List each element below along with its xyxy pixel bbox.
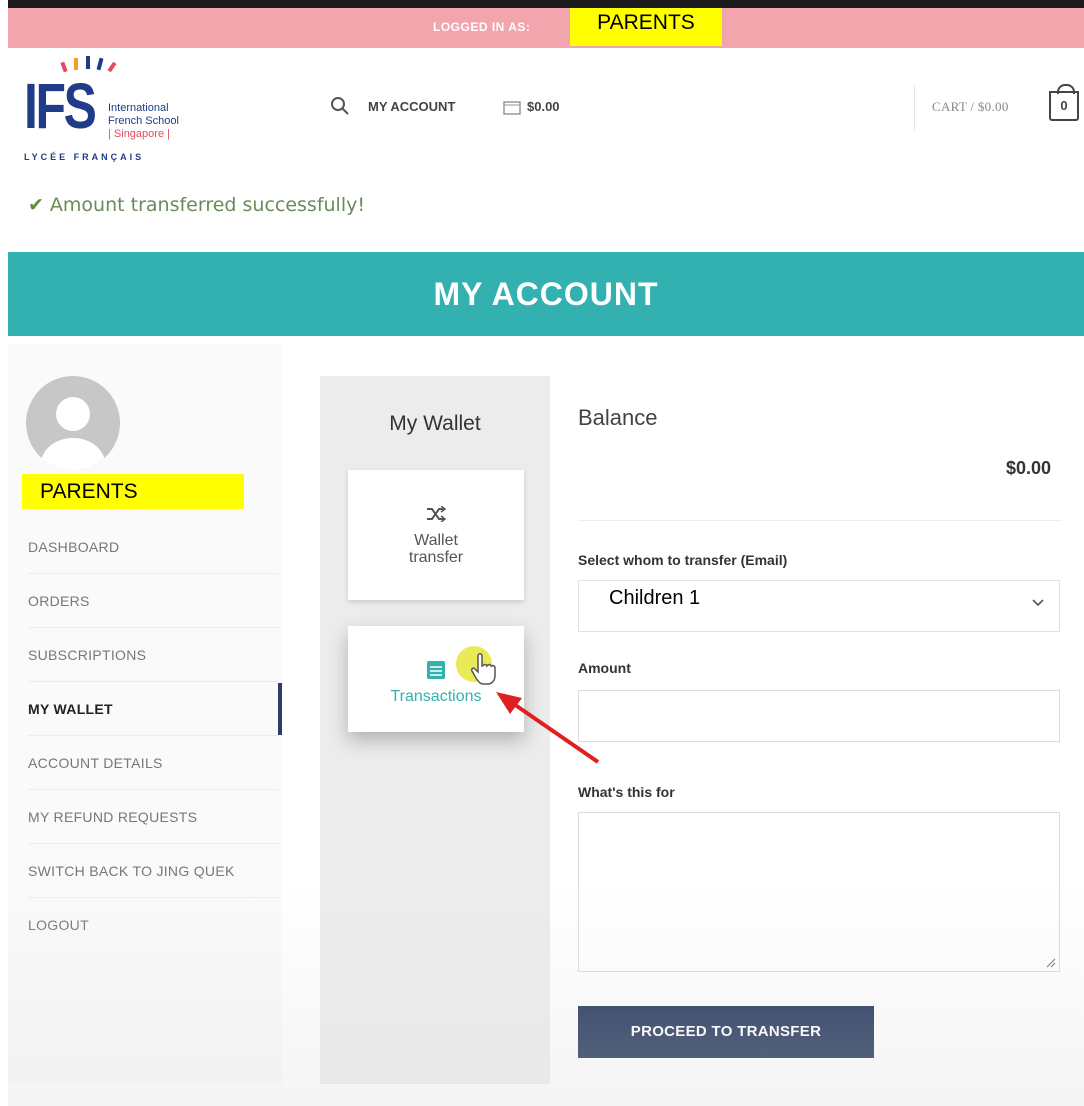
site-logo[interactable]: IFS International French School | Singap… <box>24 52 214 172</box>
page-title-banner: MY ACCOUNT <box>8 252 1084 336</box>
wallet-transfer-card[interactable]: Wallet transfer <box>348 470 524 600</box>
account-navigation: DASHBOARD ORDERS SUBSCRIPTIONS MY WALLET… <box>28 520 278 952</box>
balance-heading: Balance <box>578 405 658 430</box>
wallet-transfer-label: Wallet transfer <box>348 532 524 566</box>
user-role-highlight: PARENTS <box>22 474 244 509</box>
recipient-email-label: Select whom to transfer (Email) <box>578 552 788 568</box>
wallet-icon <box>503 101 521 115</box>
cart-count-badge[interactable]: 0 <box>1049 84 1079 121</box>
success-notice: ✔ Amount transferred successfully! <box>28 194 365 216</box>
search-icon[interactable] <box>330 96 350 116</box>
chevron-down-icon <box>1032 599 1044 607</box>
header-divider <box>914 86 915 130</box>
logo-wordmark: IFS <box>24 70 97 142</box>
logo-line-1: International <box>108 102 169 114</box>
active-item-indicator <box>278 683 282 735</box>
hand-pointer-icon <box>471 653 496 685</box>
checkmark-icon: ✔ <box>28 194 44 216</box>
top-bar-background <box>8 8 1084 48</box>
nav-my-account-link[interactable]: MY ACCOUNT <box>368 99 455 114</box>
success-message: Amount transferred successfully! <box>49 194 365 216</box>
nav-wallet-total[interactable]: $0.00 <box>527 99 560 114</box>
shuffle-icon <box>427 506 446 522</box>
logged-in-label: LOGGED IN AS: <box>433 20 531 34</box>
amount-label: Amount <box>578 660 631 676</box>
wallet-transfer-label-line-2: transfer <box>408 549 464 566</box>
top-bar: LOGGED IN AS: PARENTS <box>0 0 1084 48</box>
logo-line-3: | Singapore | <box>108 128 170 140</box>
sidebar-item-my-wallet[interactable]: MY WALLET <box>28 682 278 736</box>
sidebar-item-switch-back[interactable]: SWITCH BACK TO JING QUEK <box>28 844 278 898</box>
user-silhouette-icon <box>41 397 105 470</box>
sidebar-item-account-details[interactable]: ACCOUNT DETAILS <box>28 736 278 790</box>
sidebar-item-logout[interactable]: LOGOUT <box>28 898 278 952</box>
logo-line-2: French School <box>108 115 179 127</box>
wallet-transfer-label-line-1: Wallet <box>414 532 458 549</box>
proceed-transfer-button[interactable]: PROCEED TO TRANSFER <box>578 1006 874 1058</box>
amount-input[interactable] <box>578 690 1060 742</box>
cart-link[interactable]: CART / $0.00 <box>932 99 1009 115</box>
sidebar-item-subscriptions[interactable]: SUBSCRIPTIONS <box>28 628 278 682</box>
sidebar-item-refund-requests[interactable]: MY REFUND REQUESTS <box>28 790 278 844</box>
logo-tagline: LYCÉE FRANÇAIS <box>24 152 145 162</box>
form-divider <box>578 520 1062 521</box>
balance-amount: $0.00 <box>1006 458 1052 478</box>
sidebar-item-dashboard[interactable]: DASHBOARD <box>28 520 278 574</box>
left-edge <box>0 0 8 1106</box>
resize-grip-icon[interactable] <box>1044 956 1056 968</box>
recipient-selected-value: Children 1 <box>609 587 701 609</box>
list-icon <box>427 661 445 679</box>
logged-in-role-highlight: PARENTS <box>570 8 722 46</box>
purpose-label: What's this for <box>578 784 675 800</box>
purpose-textarea[interactable] <box>578 812 1060 972</box>
sidebar-item-orders[interactable]: ORDERS <box>28 574 278 628</box>
wallet-title: My Wallet <box>389 412 481 435</box>
recipient-select[interactable]: Children 1 <box>578 580 1060 632</box>
avatar <box>26 376 120 470</box>
